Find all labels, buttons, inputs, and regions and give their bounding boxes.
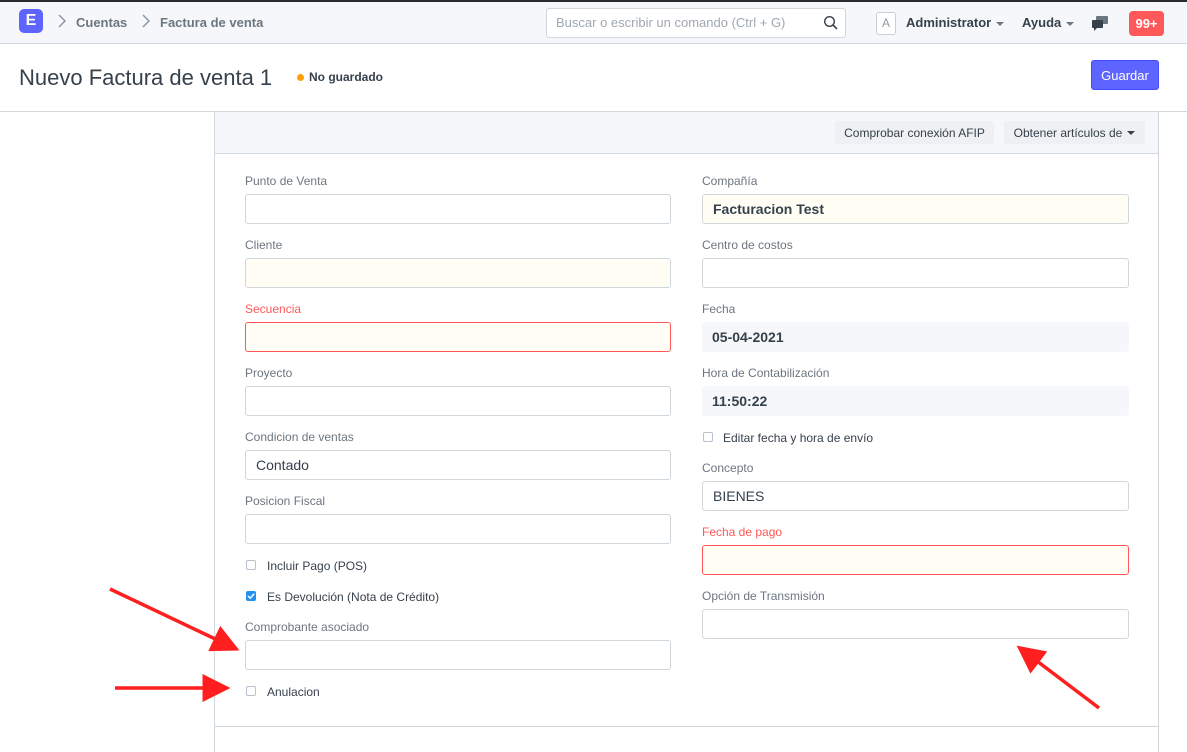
get-items-from-button[interactable]: Obtener artículos de bbox=[1004, 121, 1145, 144]
posicion-fiscal-field[interactable] bbox=[245, 514, 671, 544]
secuencia-field[interactable] bbox=[245, 322, 671, 352]
checkmark-icon bbox=[247, 593, 255, 600]
check-afip-connection-button[interactable]: Comprobar conexión AFIP bbox=[835, 121, 994, 144]
concepto-label: Concepto bbox=[702, 461, 754, 475]
breadcrumb-cuentas[interactable]: Cuentas bbox=[76, 15, 127, 30]
cliente-label: Cliente bbox=[245, 238, 283, 252]
concepto-field[interactable] bbox=[702, 481, 1129, 511]
fecha-label: Fecha bbox=[702, 302, 736, 316]
hora-value: 11:50:22 bbox=[702, 386, 1129, 416]
status-indicator-dot bbox=[297, 74, 304, 81]
caret-down-icon bbox=[1127, 131, 1136, 136]
opcion-transmision-field[interactable] bbox=[702, 609, 1129, 639]
navbar: E Cuentas Factura de venta A Administrat… bbox=[0, 0, 1187, 44]
form-section-divider bbox=[215, 726, 1158, 727]
es-devolucion-label: Es Devolución (Nota de Crédito) bbox=[267, 590, 440, 604]
help-menu-label: Ayuda bbox=[1022, 15, 1062, 30]
posicion-fiscal-label: Posicion Fiscal bbox=[245, 494, 326, 508]
editar-fecha-checkbox[interactable] bbox=[703, 432, 713, 442]
search-icon[interactable] bbox=[823, 15, 839, 31]
user-menu-label: Administrator bbox=[906, 15, 992, 30]
editar-fecha-label: Editar fecha y hora de envío bbox=[723, 431, 874, 445]
hora-label: Hora de Contabilización bbox=[702, 366, 830, 380]
punto-venta-label: Punto de Venta bbox=[245, 174, 328, 188]
help-menu[interactable]: Ayuda bbox=[1022, 15, 1075, 30]
avatar[interactable]: A bbox=[876, 12, 896, 35]
incluir-pago-checkbox[interactable] bbox=[246, 560, 256, 570]
proyecto-field[interactable] bbox=[245, 386, 671, 416]
notification-badge[interactable]: 99+ bbox=[1129, 11, 1164, 36]
anulacion-label: Anulacion bbox=[267, 685, 320, 699]
status-badge: No guardado bbox=[309, 70, 383, 84]
form-container: Comprobar conexión AFIP Obtener artículo… bbox=[214, 112, 1159, 752]
proyecto-label: Proyecto bbox=[245, 366, 293, 380]
get-items-from-label: Obtener artículos de bbox=[1013, 125, 1123, 140]
comprobante-asociado-field[interactable] bbox=[245, 640, 671, 670]
chevron-right-icon bbox=[58, 14, 67, 28]
page-title: Nuevo Factura de venta 1 bbox=[19, 65, 273, 90]
fecha-pago-field[interactable] bbox=[702, 545, 1129, 575]
search-box bbox=[546, 8, 846, 38]
user-menu[interactable]: Administrator bbox=[906, 15, 1005, 30]
app-logo[interactable]: E bbox=[19, 9, 43, 33]
opcion-transmision-label: Opción de Transmisión bbox=[702, 589, 825, 603]
page-head: Nuevo Factura de venta 1 No guardado Gua… bbox=[0, 44, 1187, 112]
punto-venta-field[interactable] bbox=[245, 194, 671, 224]
cliente-field[interactable] bbox=[245, 258, 671, 288]
chat-icon[interactable] bbox=[1092, 16, 1109, 31]
secuencia-label: Secuencia bbox=[245, 302, 302, 316]
fecha-pago-label: Fecha de pago bbox=[702, 525, 783, 539]
anulacion-checkbox[interactable] bbox=[246, 686, 256, 696]
save-button[interactable]: Guardar bbox=[1091, 60, 1159, 90]
es-devolucion-checkbox[interactable] bbox=[246, 591, 256, 601]
condicion-ventas-label: Condicion de ventas bbox=[245, 430, 354, 444]
compania-label: Compañía bbox=[702, 174, 758, 188]
centro-costos-label: Centro de costos bbox=[702, 238, 793, 252]
breadcrumb-factura-de-venta[interactable]: Factura de venta bbox=[160, 15, 263, 30]
caret-down-icon bbox=[996, 21, 1005, 26]
condicion-ventas-field[interactable] bbox=[245, 450, 671, 480]
chevron-right-icon bbox=[142, 14, 151, 28]
compania-field[interactable] bbox=[702, 194, 1129, 224]
form-toolbar: Comprobar conexión AFIP Obtener artículo… bbox=[215, 112, 1158, 154]
comprobante-asociado-label: Comprobante asociado bbox=[245, 620, 370, 634]
search-input[interactable] bbox=[556, 15, 816, 30]
incluir-pago-label: Incluir Pago (POS) bbox=[267, 559, 368, 573]
fecha-value: 05-04-2021 bbox=[702, 322, 1129, 352]
caret-down-icon bbox=[1066, 21, 1075, 26]
centro-costos-field[interactable] bbox=[702, 258, 1129, 288]
